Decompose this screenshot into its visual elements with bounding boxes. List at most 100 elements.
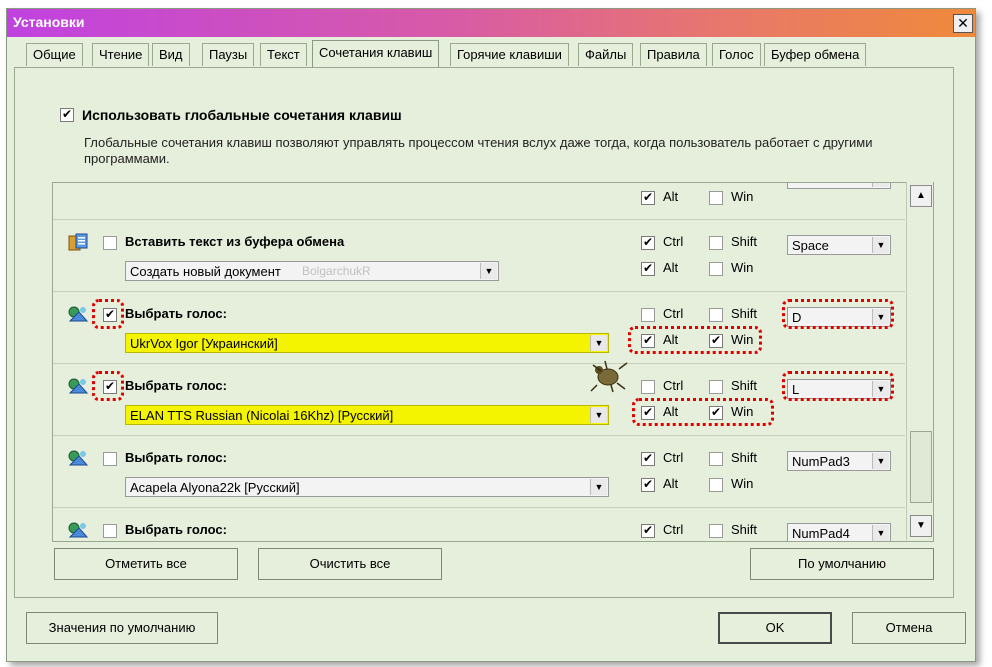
title-bar: Установки ✕ bbox=[7, 9, 975, 37]
watermark-text: BolgarchukR bbox=[302, 264, 371, 278]
tab-reading[interactable]: Чтение bbox=[92, 43, 150, 66]
row-divider bbox=[53, 363, 905, 364]
ctrl-label: Ctrl bbox=[663, 306, 684, 321]
key-select[interactable]: ▼ bbox=[787, 183, 891, 189]
tab-voice[interactable]: Голос bbox=[712, 43, 761, 66]
win-label: Win bbox=[731, 189, 754, 204]
close-icon[interactable]: ✕ bbox=[953, 14, 973, 33]
shift-checkbox[interactable] bbox=[709, 524, 723, 538]
ctrl-checkbox[interactable]: ✔ bbox=[641, 452, 655, 466]
win-label: Win bbox=[731, 476, 754, 491]
chevron-down-icon: ▼ bbox=[872, 453, 889, 469]
global-shortcuts-checkbox[interactable]: ✔ bbox=[60, 108, 74, 122]
win-label: Win bbox=[731, 260, 754, 275]
voice-select[interactable]: Acapela Alyona22k [Русский] ▼ bbox=[125, 477, 609, 497]
tab-pauses[interactable]: Паузы bbox=[202, 43, 255, 66]
clear-all-button[interactable]: Очистить все bbox=[258, 548, 442, 580]
annotation-highlight bbox=[782, 299, 894, 329]
voice-select[interactable]: UkrVox Igor [Украинский] ▼ bbox=[125, 333, 609, 353]
scroll-down-icon[interactable]: ▼ bbox=[910, 515, 932, 537]
win-checkbox[interactable] bbox=[709, 262, 723, 276]
row-title: Выбрать голос: bbox=[125, 450, 227, 465]
chevron-down-icon: ▼ bbox=[590, 407, 607, 423]
global-shortcuts-label: Использовать глобальные сочетания клавиш bbox=[82, 107, 402, 123]
voice-select-value: Acapela Alyona22k [Русский] bbox=[130, 480, 300, 495]
tab-rules[interactable]: Правила bbox=[640, 43, 707, 66]
shift-label: Shift bbox=[731, 306, 758, 321]
key-select-value: NumPad3 bbox=[792, 454, 850, 469]
shift-label: Shift bbox=[731, 522, 758, 537]
win-checkbox[interactable] bbox=[709, 191, 723, 205]
tab-shortcuts[interactable]: Сочетания клавиш bbox=[312, 40, 440, 67]
voice-icon bbox=[68, 450, 89, 466]
list-scrollbar[interactable]: ▲ ▼ bbox=[906, 182, 933, 540]
window-title: Установки bbox=[13, 14, 85, 30]
tab-view[interactable]: Вид bbox=[152, 43, 190, 66]
ctrl-checkbox[interactable] bbox=[641, 380, 655, 394]
key-select-value: Space bbox=[792, 238, 829, 253]
ctrl-label: Ctrl bbox=[663, 450, 684, 465]
annotation-highlight bbox=[628, 326, 762, 354]
ctrl-label: Ctrl bbox=[663, 234, 684, 249]
row-enable-checkbox[interactable] bbox=[103, 524, 117, 538]
bug-icon bbox=[590, 360, 628, 393]
voice-icon bbox=[68, 378, 89, 394]
scroll-up-icon[interactable]: ▲ bbox=[910, 185, 932, 207]
action-select-value: Создать новый документ bbox=[130, 264, 281, 279]
shift-checkbox[interactable] bbox=[709, 380, 723, 394]
ctrl-checkbox[interactable]: ✔ bbox=[641, 236, 655, 250]
annotation-highlight bbox=[782, 371, 894, 401]
row-divider bbox=[53, 291, 905, 292]
shift-checkbox[interactable] bbox=[709, 236, 723, 250]
tab-text[interactable]: Текст bbox=[260, 43, 307, 66]
key-select-value: NumPad4 bbox=[792, 526, 850, 541]
alt-checkbox[interactable]: ✔ bbox=[641, 262, 655, 276]
tab-clipboard[interactable]: Буфер обмена bbox=[764, 43, 867, 66]
row-enable-checkbox[interactable] bbox=[103, 236, 117, 250]
key-select[interactable]: NumPad4 ▼ bbox=[787, 523, 891, 541]
annotation-highlight bbox=[92, 299, 124, 329]
ok-button[interactable]: OK bbox=[718, 612, 832, 644]
default-values-button[interactable]: Значения по умолчанию bbox=[26, 612, 218, 644]
ctrl-checkbox[interactable] bbox=[641, 308, 655, 322]
ctrl-label: Ctrl bbox=[663, 522, 684, 537]
row-title: Выбрать голос: bbox=[125, 522, 227, 537]
scroll-thumb[interactable] bbox=[910, 431, 932, 503]
cancel-button[interactable]: Отмена bbox=[852, 612, 966, 644]
annotation-highlight bbox=[632, 398, 774, 426]
row-divider bbox=[53, 219, 905, 220]
global-shortcuts-description: Глобальные сочетания клавиш позволяют уп… bbox=[84, 135, 873, 166]
chevron-down-icon: ▼ bbox=[872, 183, 889, 187]
alt-checkbox[interactable]: ✔ bbox=[641, 478, 655, 492]
alt-checkbox[interactable]: ✔ bbox=[641, 191, 655, 205]
shift-label: Shift bbox=[731, 378, 758, 393]
key-select[interactable]: Space ▼ bbox=[787, 235, 891, 255]
chevron-down-icon: ▼ bbox=[872, 525, 889, 541]
shift-checkbox[interactable] bbox=[709, 452, 723, 466]
shift-label: Shift bbox=[731, 450, 758, 465]
clipboard-icon bbox=[68, 233, 88, 251]
voice-select-value: UkrVox Igor [Украинский] bbox=[130, 336, 278, 351]
chevron-down-icon: ▼ bbox=[872, 237, 889, 253]
alt-label: Alt bbox=[663, 476, 679, 491]
shift-checkbox[interactable] bbox=[709, 308, 723, 322]
defaults-button[interactable]: По умолчанию bbox=[750, 548, 934, 580]
voice-icon bbox=[68, 522, 89, 538]
ctrl-checkbox[interactable]: ✔ bbox=[641, 524, 655, 538]
action-select[interactable]: Создать новый документ BolgarchukR ▼ bbox=[125, 261, 499, 281]
key-select[interactable]: NumPad3 ▼ bbox=[787, 451, 891, 471]
win-checkbox[interactable] bbox=[709, 478, 723, 492]
voice-select[interactable]: ELAN TTS Russian (Nicolai 16Khz) [Русски… bbox=[125, 405, 609, 425]
voice-select-value: ELAN TTS Russian (Nicolai 16Khz) [Русски… bbox=[130, 408, 394, 423]
row-divider bbox=[53, 435, 905, 436]
tab-hotkeys[interactable]: Горячие клавиши bbox=[450, 43, 569, 66]
row-enable-checkbox[interactable] bbox=[103, 452, 117, 466]
row-title: Выбрать голос: bbox=[125, 306, 227, 321]
chevron-down-icon: ▼ bbox=[590, 479, 607, 495]
ctrl-label: Ctrl bbox=[663, 378, 684, 393]
tab-general[interactable]: Общие bbox=[26, 43, 83, 66]
alt-label: Alt bbox=[663, 260, 679, 275]
tab-files[interactable]: Файлы bbox=[578, 43, 634, 66]
check-all-button[interactable]: Отметить все bbox=[54, 548, 238, 580]
row-title: Вставить текст из буфера обмена bbox=[125, 234, 345, 249]
